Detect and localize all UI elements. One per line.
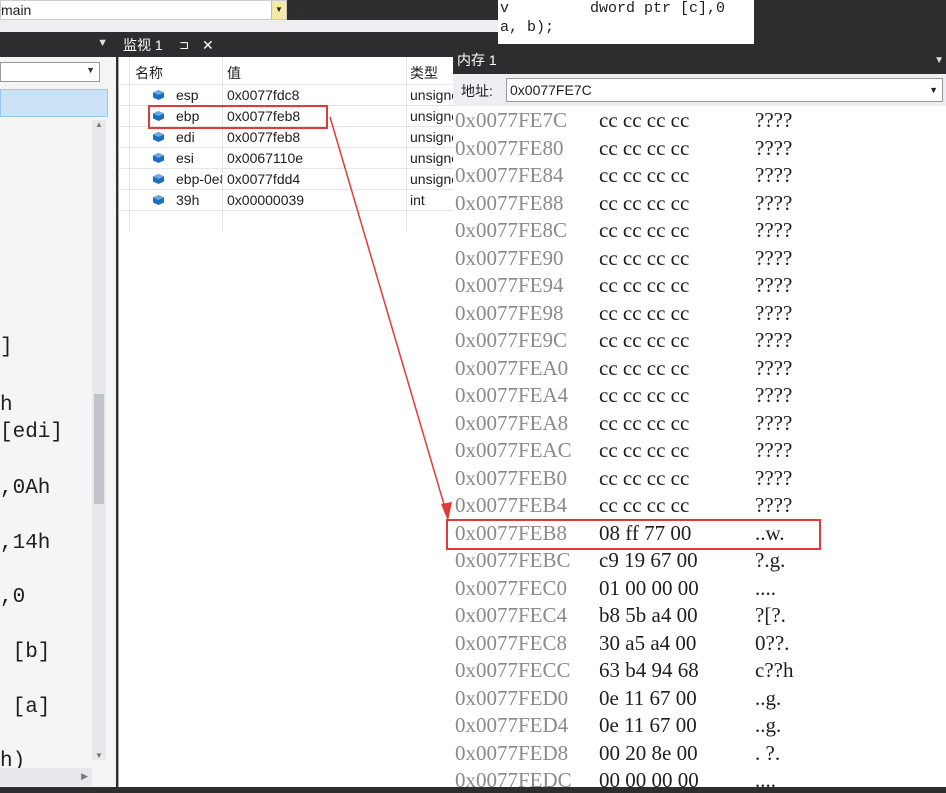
arrow-line [329, 116, 449, 519]
annotation-arrow [329, 116, 452, 521]
arrow-head [441, 502, 452, 521]
